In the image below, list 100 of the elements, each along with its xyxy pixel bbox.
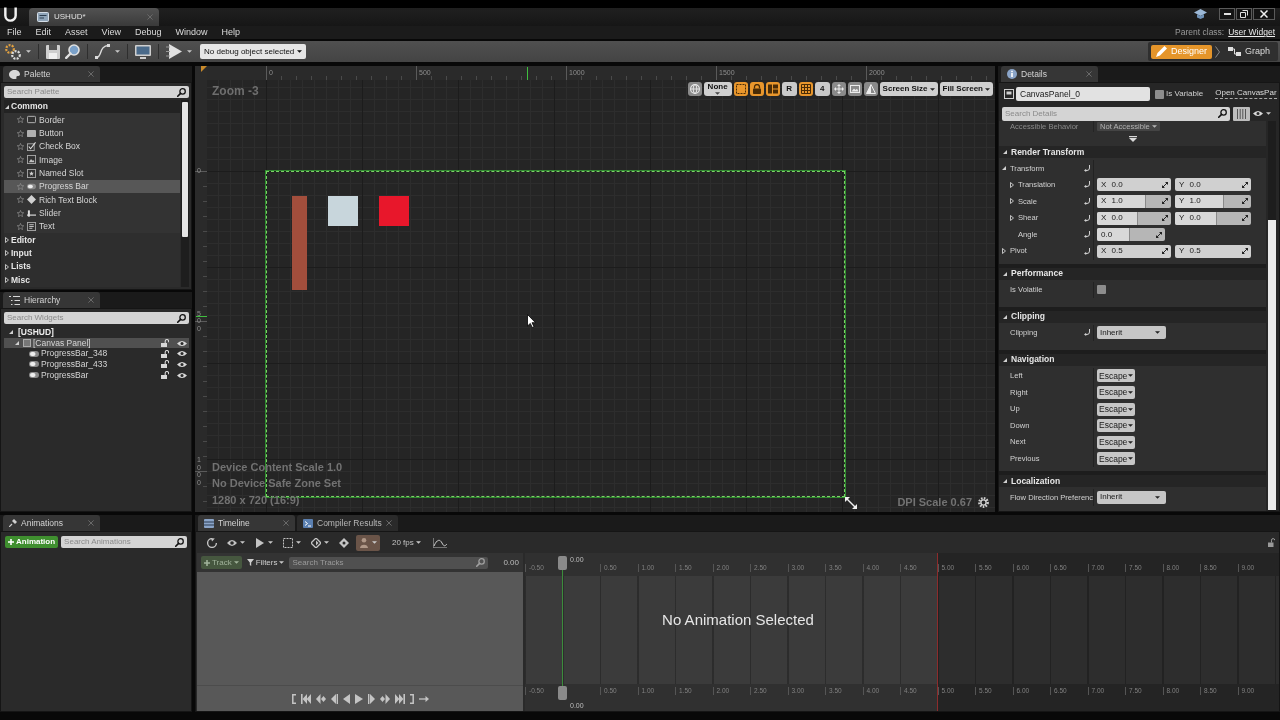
palette-item[interactable]: Border	[4, 113, 180, 127]
dropdown[interactable]: Escape	[1097, 369, 1136, 383]
caret-icon[interactable]	[1128, 407, 1134, 411]
diagonal-arrows-icon[interactable]	[1162, 215, 1168, 222]
expanded-arrow-icon[interactable]	[1003, 479, 1007, 484]
number-field[interactable]: 0.0	[1097, 228, 1165, 242]
padlock-icon[interactable]	[161, 360, 169, 369]
scrollbar-track[interactable]	[1268, 121, 1276, 511]
debug-object-dropdown[interactable]: No debug object selected	[200, 44, 307, 59]
dropdown[interactable]: Escape	[1097, 402, 1136, 416]
search-icon[interactable]	[177, 313, 186, 323]
caret-icon[interactable]	[1266, 112, 1271, 115]
toggle-button[interactable]	[733, 82, 748, 96]
toggle-button[interactable]	[863, 82, 878, 96]
tree-item[interactable]: ProgressBar	[4, 369, 189, 381]
bracket-start-icon[interactable]	[291, 693, 296, 704]
panel-tab[interactable]: Details	[1001, 66, 1098, 82]
number-field[interactable]: Y 0.5	[1175, 244, 1251, 258]
caret-icon[interactable]	[1128, 374, 1134, 378]
skip-to-end-icon[interactable]	[394, 693, 405, 704]
palette-item[interactable]: Image	[4, 153, 180, 167]
collapsed-arrow-icon[interactable]	[1010, 198, 1014, 205]
star-icon[interactable]	[17, 209, 24, 217]
toggle-button[interactable]	[687, 82, 702, 96]
add-animation-button[interactable]: Animation	[5, 536, 59, 548]
menu-item[interactable]: Edit	[28, 28, 59, 37]
section-header[interactable]: Performance	[999, 267, 1266, 280]
collapsed-arrow-icon[interactable]	[5, 276, 9, 283]
padlock-icon[interactable]	[161, 371, 169, 380]
toolbar-button[interactable]	[356, 534, 380, 551]
caret-icon[interactable]	[1128, 457, 1134, 461]
expanded-arrow-icon[interactable]	[1003, 314, 1007, 319]
caret-icon[interactable]	[1128, 440, 1134, 444]
caret-icon[interactable]	[715, 92, 721, 95]
star-icon[interactable]	[17, 143, 24, 151]
padlock-icon[interactable]	[1268, 538, 1275, 547]
padlock-icon[interactable]	[161, 349, 169, 358]
panel-tab[interactable]: Hierarchy	[3, 292, 100, 308]
collapsed-arrow-icon[interactable]	[1010, 215, 1014, 222]
reverse-play-icon[interactable]	[342, 693, 350, 704]
curved-arrow-icon[interactable]	[1084, 329, 1090, 337]
diagonal-arrows-icon[interactable]	[1242, 181, 1248, 188]
toggle-button[interactable]	[847, 82, 862, 96]
dropdown-button[interactable]: None	[703, 82, 732, 96]
menu-item[interactable]: Help	[214, 28, 247, 37]
dropdown[interactable]: Escape	[1097, 419, 1136, 433]
playhead-handle[interactable]	[558, 686, 567, 700]
checkbox[interactable]	[1097, 285, 1106, 295]
eye-icon[interactable]	[177, 371, 187, 379]
palette-item[interactable]: Rich Text Block	[4, 193, 180, 207]
star-icon[interactable]	[17, 196, 24, 204]
panel-tab[interactable]: Timeline	[198, 515, 295, 531]
number-field[interactable]: X 0.0	[1097, 211, 1171, 225]
gear-icon[interactable]	[978, 497, 989, 508]
parent-class-link[interactable]: User Widget	[1228, 28, 1275, 37]
toolbar-button[interactable]: 4	[814, 82, 830, 96]
play-icon[interactable]	[354, 693, 363, 704]
curved-arrow-icon[interactable]	[1084, 181, 1090, 189]
diagonal-arrows-icon[interactable]	[1162, 181, 1168, 188]
menu-item[interactable]: View	[94, 28, 128, 37]
category-header[interactable]: Common	[4, 100, 180, 114]
playhead-handle[interactable]	[558, 556, 567, 570]
number-field[interactable]: X 0.0	[1097, 178, 1171, 192]
caret-icon[interactable]	[929, 87, 935, 91]
tree-item[interactable]: [USHUD]	[4, 327, 189, 338]
diagonal-arrows-icon[interactable]	[1242, 215, 1248, 222]
toggle-button[interactable]	[749, 82, 764, 96]
menu-item[interactable]: File	[0, 28, 29, 37]
close-icon[interactable]	[385, 520, 392, 526]
caret-icon[interactable]	[985, 87, 990, 91]
monitor-icon[interactable]	[135, 44, 151, 59]
number-field[interactable]: Y 0.0	[1175, 211, 1251, 225]
expanded-arrow-icon[interactable]	[15, 341, 19, 346]
tree-item[interactable]: ProgressBar_348	[4, 348, 189, 360]
caret-icon[interactable]	[26, 50, 31, 53]
caret-icon[interactable]	[1155, 495, 1160, 499]
checkbox[interactable]	[1155, 89, 1164, 99]
menu-item[interactable]: Debug	[127, 28, 169, 37]
expanded-arrow-icon[interactable]	[9, 330, 13, 335]
dropdown[interactable]: Inherit	[1097, 490, 1166, 504]
scrollbar-track[interactable]	[181, 100, 189, 287]
filters-dropdown[interactable]: Filters	[246, 558, 285, 567]
previous-key-icon[interactable]	[315, 693, 326, 704]
bracket-end-icon[interactable]	[409, 693, 414, 704]
curved-arrow-icon[interactable]	[1084, 247, 1090, 255]
step-back-icon[interactable]	[330, 693, 338, 704]
caret-icon[interactable]	[115, 50, 120, 53]
padlock-icon[interactable]	[161, 339, 169, 348]
graduation-cap-icon[interactable]	[1194, 9, 1207, 19]
toggle-button[interactable]	[765, 82, 780, 96]
fps-dropdown[interactable]: 20 fps	[392, 538, 421, 547]
resize-handle-icon[interactable]	[845, 497, 857, 509]
curved-arrow-icon[interactable]	[1084, 198, 1090, 205]
collapsed-arrow-icon[interactable]	[1010, 181, 1014, 188]
diagonal-arrows-icon[interactable]	[1242, 248, 1248, 255]
number-field[interactable]: X 0.5	[1097, 244, 1171, 258]
collapsed-arrow-icon[interactable]	[5, 250, 9, 257]
eye-icon[interactable]	[177, 350, 187, 358]
number-field[interactable]: Y 1.0	[1175, 195, 1251, 208]
diagonal-arrows-icon[interactable]	[1162, 198, 1168, 205]
